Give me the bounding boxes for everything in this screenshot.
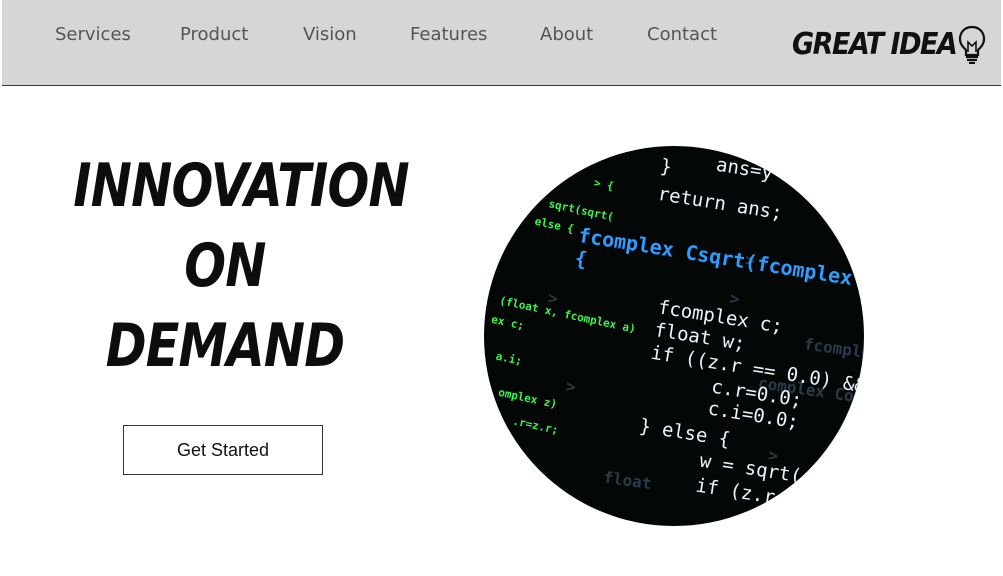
nav-link-contact[interactable]: Contact <box>647 24 717 45</box>
side-code-text: else { <box>534 215 576 236</box>
hero-code-image: > > > complex Co fcomplex float > > else… <box>484 146 864 526</box>
nav-link-about[interactable]: About <box>540 24 593 45</box>
nav-link-features[interactable]: Features <box>410 24 487 45</box>
lightbulb-icon <box>958 24 986 65</box>
hero-heading-line: INNOVATION <box>73 151 409 221</box>
side-code-text: ex c; <box>490 313 525 333</box>
get-started-button[interactable]: Get Started <box>123 425 323 475</box>
page: Services Product Vision Features About C… <box>0 0 1003 576</box>
code-line: c.r <box>754 509 791 526</box>
side-code-text: omplex z) <box>497 386 558 411</box>
site-logo[interactable]: GREAT IDEA <box>792 22 986 66</box>
svg-text:> {: > { <box>593 176 615 193</box>
hero-heading-line: ON <box>184 231 266 301</box>
svg-text:a.i;: a.i; <box>495 350 524 368</box>
code-line: } <box>659 155 674 179</box>
code-line: { <box>573 246 589 272</box>
svg-text:.r=z.r;: .r=z.r; <box>511 414 559 436</box>
code-line: fcomplex Csqrt(fcomplex z) <box>577 223 864 296</box>
nav-link-services[interactable]: Services <box>55 24 131 45</box>
svg-text:>: > <box>729 288 741 308</box>
side-code-text: float <box>602 468 652 494</box>
hero-heading-line: DEMAND <box>105 311 345 381</box>
nav-link-vision[interactable]: Vision <box>303 24 357 45</box>
side-code-text: fcomplex <box>803 334 864 364</box>
logo-text: GREAT IDEA <box>792 26 958 62</box>
svg-text:>: > <box>565 377 577 397</box>
nav-link-product[interactable]: Product <box>180 24 248 45</box>
top-navbar: Services Product Vision Features About C… <box>2 0 1001 86</box>
hero-heading: INNOVATION ON DEMAND <box>40 146 410 386</box>
code-line: return ans; <box>656 183 784 224</box>
